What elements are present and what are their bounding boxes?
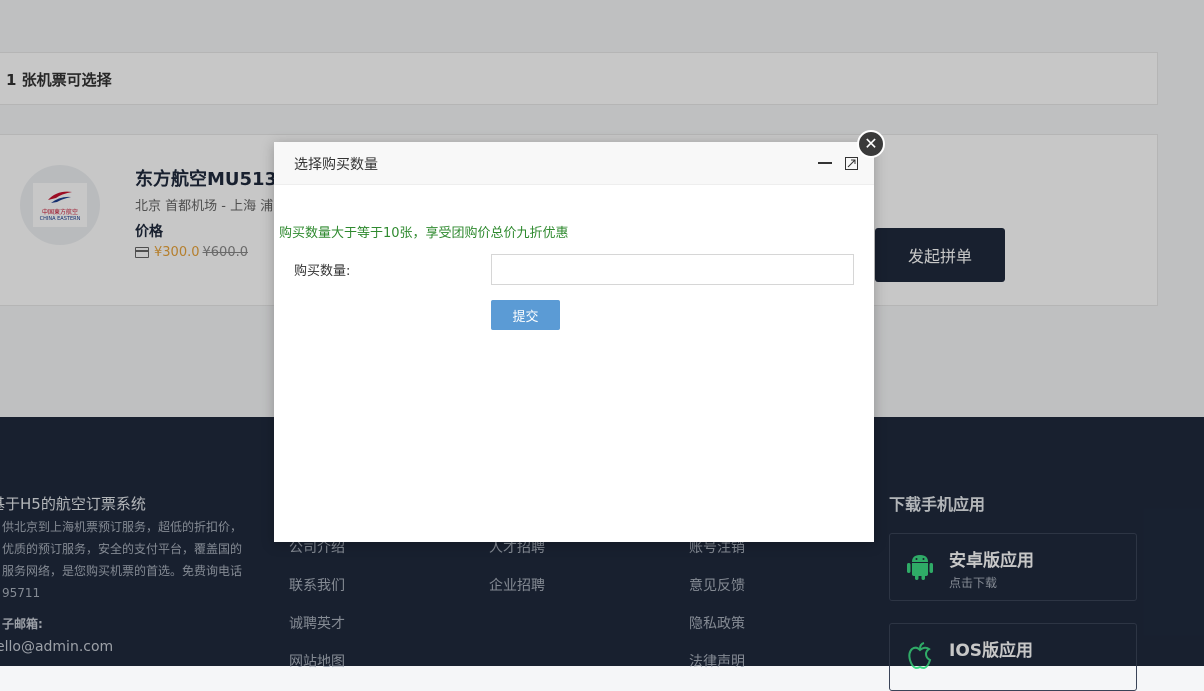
quantity-modal: 选择购买数量 购买数量大于等于10张，享受团购价总价九折优惠 购买数量: 提交	[274, 142, 874, 542]
group-discount-notice: 购买数量大于等于10张，享受团购价总价九折优惠	[279, 226, 569, 241]
maximize-icon[interactable]	[845, 157, 858, 170]
modal-title: 选择购买数量	[294, 157, 378, 173]
minimize-icon[interactable]	[818, 162, 832, 164]
close-icon[interactable]: ✕	[857, 130, 885, 158]
quantity-label: 购买数量:	[294, 264, 351, 279]
modal-header: 选择购买数量	[274, 142, 874, 185]
quantity-input[interactable]	[491, 254, 854, 285]
submit-button[interactable]: 提交	[491, 300, 560, 330]
